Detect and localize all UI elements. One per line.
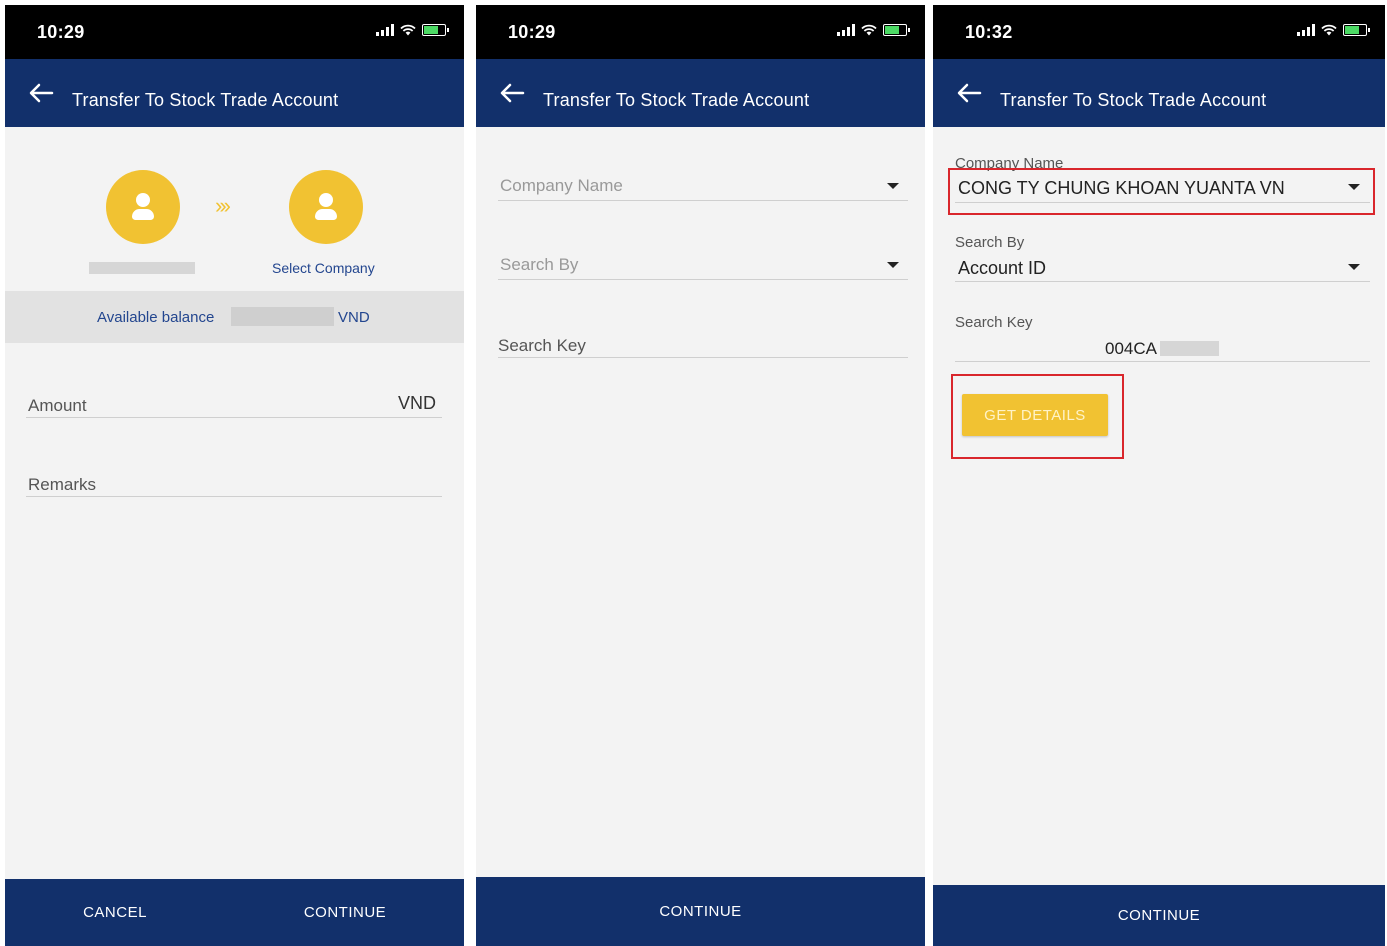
screen-company-selected: 10:32 Transfer To Stock Trade Account Co… (933, 5, 1385, 946)
cancel-button[interactable]: CANCEL (5, 879, 225, 946)
amount-label: Amount (28, 396, 87, 415)
get-details-button[interactable]: GET DETAILS (962, 394, 1108, 436)
status-icons (376, 24, 449, 36)
dropdown-caret-icon (887, 183, 899, 189)
status-bar: 10:29 (476, 5, 925, 59)
select-company-link[interactable]: Select Company (272, 260, 375, 276)
redacted-search-key (1160, 341, 1219, 356)
back-arrow-icon[interactable] (498, 81, 526, 105)
back-arrow-icon[interactable] (955, 81, 983, 105)
search-by-select[interactable] (955, 281, 1370, 282)
back-arrow-icon[interactable] (27, 81, 55, 105)
app-bar: Transfer To Stock Trade Account (476, 59, 925, 127)
search-by-label: Search By (955, 234, 1025, 251)
status-time: 10:29 (508, 22, 556, 42)
signal-icon (1297, 24, 1315, 36)
redacted-balance (231, 307, 334, 326)
company-name-select[interactable] (498, 200, 908, 201)
continue-button[interactable]: CONTINUE (933, 885, 1385, 946)
page-title: Transfer To Stock Trade Account (543, 90, 810, 110)
screen-select-company: 10:29 Transfer To Stock Trade Account Co… (476, 5, 925, 946)
page-title: Transfer To Stock Trade Account (1000, 90, 1267, 110)
search-key-input[interactable] (955, 361, 1370, 362)
page-title: Transfer To Stock Trade Account (72, 90, 339, 110)
battery-icon (1343, 24, 1370, 36)
search-key-value: 004CA (1105, 339, 1157, 358)
signal-icon (376, 24, 394, 36)
remarks-input[interactable] (26, 496, 442, 497)
amount-input[interactable] (26, 417, 442, 418)
status-bar: 10:32 (933, 5, 1385, 59)
dropdown-caret-icon (887, 262, 899, 268)
search-by-select[interactable] (498, 279, 908, 280)
select-company-user-icon[interactable] (289, 170, 363, 244)
app-bar: Transfer To Stock Trade Account (5, 59, 464, 127)
wifi-icon (1321, 24, 1337, 36)
balance-label: Available balance (97, 309, 215, 326)
status-time: 10:32 (965, 22, 1013, 42)
company-name-placeholder: Company Name (500, 176, 623, 195)
source-user-icon (106, 170, 180, 244)
continue-button[interactable]: CONTINUE (235, 879, 455, 946)
signal-icon (837, 24, 855, 36)
app-bar: Transfer To Stock Trade Account (933, 59, 1385, 127)
search-key-label: Search Key (955, 314, 1033, 331)
battery-icon (422, 24, 449, 36)
wifi-icon (861, 24, 877, 36)
status-icons (1297, 24, 1370, 36)
continue-button[interactable]: CONTINUE (476, 877, 925, 946)
status-time: 10:29 (37, 22, 85, 42)
company-name-highlight (948, 168, 1375, 215)
footer-bar: CONTINUE (933, 885, 1385, 946)
search-by-placeholder: Search By (500, 255, 579, 274)
screen-transfer-amount: 10:29 Transfer To Stock Trade Account ››… (5, 5, 464, 946)
search-key-label: Search Key (498, 336, 586, 355)
dropdown-caret-icon (1348, 264, 1360, 270)
remarks-label: Remarks (28, 475, 97, 494)
amount-unit: VND (398, 393, 437, 413)
footer-bar: CANCEL CONTINUE (5, 879, 464, 946)
wifi-icon (400, 24, 416, 36)
search-by-value: Account ID (958, 258, 1047, 278)
battery-icon (883, 24, 910, 36)
redacted-account-name (89, 262, 195, 274)
balance-unit: VND (338, 309, 370, 326)
search-key-input[interactable] (498, 357, 908, 358)
status-bar: 10:29 (5, 5, 464, 59)
footer-bar: CONTINUE (476, 877, 925, 946)
chevron-right-icon: ››› (215, 193, 231, 218)
status-icons (837, 24, 910, 36)
